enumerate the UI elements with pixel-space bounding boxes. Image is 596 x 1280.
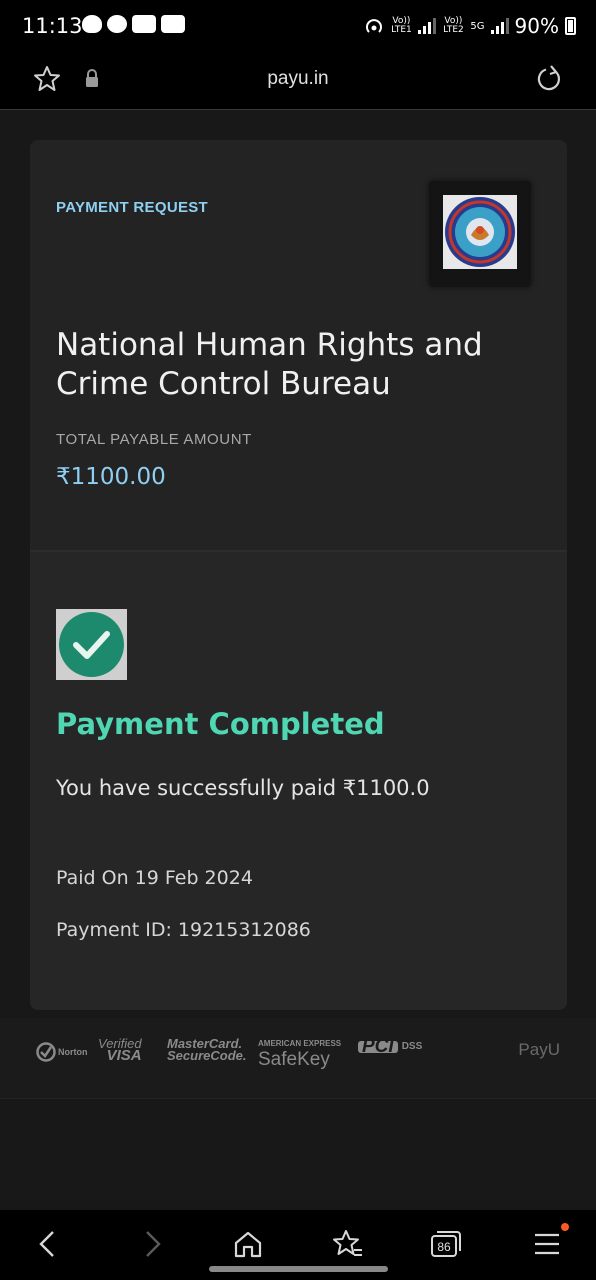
norton-check-icon — [36, 1042, 56, 1062]
payment-id: Payment ID: 19215312086 — [56, 919, 311, 941]
hotspot-icon — [366, 19, 383, 33]
browser-url-bar: payu.in — [0, 52, 596, 110]
reload-icon[interactable] — [534, 64, 564, 94]
merchant-logo — [429, 181, 531, 287]
mastercard-securecode-badge: MasterCard. SecureCode. — [167, 1036, 247, 1063]
success-check — [56, 609, 127, 680]
verified-by-visa-badge: Verified VISA — [98, 1036, 142, 1064]
divider — [30, 550, 567, 552]
menu-notification-dot — [561, 1223, 569, 1231]
total-payable-label: TOTAL PAYABLE AMOUNT — [56, 431, 252, 448]
status-bar: 11:13 Vo)) LTE1 Vo)) LTE2 5G 90% — [0, 0, 596, 52]
merchant-logo-icon — [445, 197, 515, 267]
menu-icon[interactable] — [531, 1228, 563, 1260]
home-indicator[interactable] — [209, 1266, 388, 1272]
pci-dss-badge: PCI DSS — [358, 1037, 422, 1056]
payu-logo: PayU — [518, 1040, 560, 1059]
check-icon — [73, 631, 110, 659]
payment-request-label: PAYMENT REQUEST — [56, 199, 209, 216]
back-icon[interactable] — [33, 1228, 65, 1260]
tabs-icon[interactable]: 86 — [430, 1228, 462, 1260]
payment-completed-title: Payment Completed — [56, 707, 385, 741]
success-message: You have successfully paid ₹1100.0 — [56, 776, 430, 800]
tab-count: 86 — [437, 1240, 451, 1254]
home-icon[interactable] — [232, 1228, 264, 1260]
url-text[interactable]: payu.in — [0, 68, 596, 90]
paid-on-date: Paid On 19 Feb 2024 — [56, 867, 253, 889]
wcf-icon — [161, 15, 185, 33]
signal-1-icon — [418, 18, 437, 34]
bookmarks-icon[interactable] — [332, 1228, 364, 1260]
lte2-indicator: Vo)) LTE2 — [443, 16, 464, 35]
lte1-indicator: Vo)) LTE1 — [391, 16, 412, 35]
forward-icon[interactable] — [135, 1228, 167, 1260]
paytm-icon — [132, 15, 156, 33]
notification-icons — [82, 15, 185, 33]
snapchat-icon — [82, 15, 102, 33]
signal-2-icon — [490, 18, 509, 34]
messages-icon — [107, 15, 127, 33]
security-badges: Norton Verified VISA MasterCard. SecureC… — [0, 1018, 596, 1099]
amex-safekey-badge: AMERICAN EXPRESS SafeKey — [258, 1039, 342, 1070]
merchant-name: National Human Rights and Crime Control … — [56, 327, 483, 402]
payment-card: PAYMENT REQUEST National Human Rights an… — [30, 140, 567, 1010]
norton-badge: Norton — [36, 1042, 88, 1062]
system-icons: Vo)) LTE1 Vo)) LTE2 5G 90% — [364, 14, 576, 38]
network-type: 5G — [470, 20, 485, 32]
clock: 11:13 — [22, 14, 83, 38]
battery-icon — [565, 17, 576, 35]
battery-percent: 90% — [514, 14, 559, 38]
total-amount: ₹1100.00 — [56, 464, 166, 490]
